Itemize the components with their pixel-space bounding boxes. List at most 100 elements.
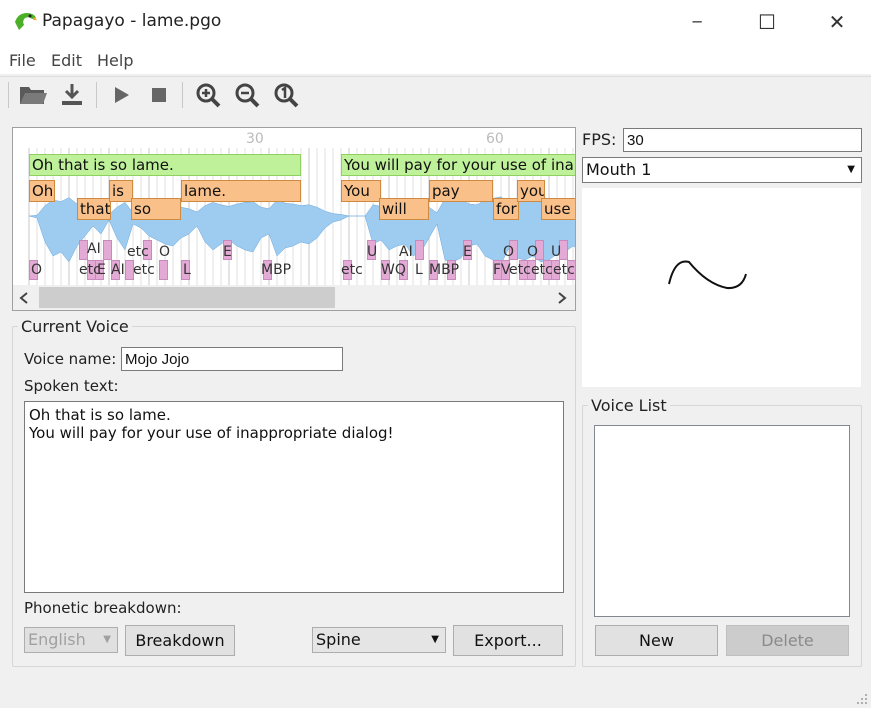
phrase-bar[interactable]: Oh that is so lame. xyxy=(29,154,301,176)
phoneme-box[interactable] xyxy=(159,260,168,280)
timeline-scrollbar[interactable] xyxy=(13,285,575,310)
word-bar[interactable]: You xyxy=(341,180,381,202)
delete-voice-button: Delete xyxy=(726,625,849,656)
word-bar[interactable]: Oh xyxy=(29,180,55,202)
phoneme-label: etc xyxy=(341,262,363,278)
zoom-out-button[interactable] xyxy=(232,80,262,110)
time-tick: 60 xyxy=(486,131,504,147)
phoneme-label: O xyxy=(31,262,43,278)
breakdown-button[interactable]: Breakdown xyxy=(125,625,235,656)
toolbar-separator xyxy=(182,82,183,108)
word-bar[interactable]: so xyxy=(131,198,181,220)
mouth-select[interactable]: Mouth 1 ▼ xyxy=(582,157,862,183)
voice-list-legend: Voice List xyxy=(591,396,667,415)
mouth-select-value: Mouth 1 xyxy=(586,160,652,179)
phoneme-label: O xyxy=(159,244,171,260)
phoneme-label: AI xyxy=(399,244,413,260)
phoneme-box[interactable] xyxy=(103,240,112,260)
mouth-preview xyxy=(582,188,861,387)
close-button[interactable]: ✕ xyxy=(808,0,866,44)
toolbar-separator xyxy=(96,82,97,108)
phoneme-label: L xyxy=(183,262,191,278)
scroll-right-icon[interactable] xyxy=(557,292,567,304)
stop-button[interactable] xyxy=(144,80,174,110)
play-button[interactable] xyxy=(106,80,136,110)
play-icon xyxy=(115,87,129,103)
phrase-bar[interactable]: You will pay for your use of inappropria… xyxy=(341,154,575,176)
word-bar[interactable]: use xyxy=(541,198,575,220)
voice-name-label: Voice name: xyxy=(24,350,117,368)
phoneme-label: etc xyxy=(531,262,553,278)
scroll-left-icon[interactable] xyxy=(19,292,29,304)
save-icon xyxy=(62,84,82,105)
maximize-button[interactable]: ☐ xyxy=(738,0,796,44)
phoneme-label: etc xyxy=(133,262,155,278)
spoken-text-line: Oh that is so lame. xyxy=(29,406,171,424)
zoom-out-icon xyxy=(235,83,260,108)
chevron-down-icon: ▼ xyxy=(431,634,439,645)
open-icon xyxy=(20,87,47,104)
phoneme-label: WQ xyxy=(381,262,406,278)
current-voice-legend: Current Voice xyxy=(21,317,129,336)
menu-help[interactable]: Help xyxy=(97,51,133,70)
spoken-text-line: You will pay for your use of inappropria… xyxy=(29,424,394,442)
zoom-reset-icon xyxy=(274,83,299,108)
fps-label: FPS: xyxy=(582,130,617,149)
chevron-down-icon: ▼ xyxy=(103,634,111,645)
phoneme-label: E xyxy=(223,244,232,260)
zoom-in-icon xyxy=(196,83,221,108)
window-title: Papagayo - lame.pgo xyxy=(42,11,222,31)
spoken-text-area[interactable]: Oh that is so lame. You will pay for you… xyxy=(24,401,564,593)
stop-icon xyxy=(152,88,166,102)
word-bar[interactable]: is xyxy=(109,180,133,202)
maximize-icon: ☐ xyxy=(758,10,776,34)
phoneme-label: O xyxy=(503,244,515,260)
phoneme-label: E xyxy=(463,244,472,260)
language-select: English ▼ xyxy=(24,627,118,653)
minimize-icon: ─ xyxy=(692,13,702,31)
word-bar[interactable]: that xyxy=(77,198,111,220)
open-button[interactable] xyxy=(18,80,48,110)
new-voice-button[interactable]: New xyxy=(595,625,718,656)
mouth-shape-icon xyxy=(668,260,747,290)
phoneme-label: MBP xyxy=(261,262,292,278)
spoken-text-label: Spoken text: xyxy=(24,377,119,395)
word-bar[interactable]: lame. xyxy=(181,180,301,202)
export-button[interactable]: Export... xyxy=(453,625,563,656)
phoneme-label: etc xyxy=(509,262,531,278)
word-bar[interactable]: pay xyxy=(429,180,493,202)
export-format-select[interactable]: Spine ▼ xyxy=(312,627,446,653)
zoom-reset-button[interactable] xyxy=(271,80,301,110)
fps-input[interactable] xyxy=(623,128,862,152)
voice-list-box[interactable] xyxy=(594,425,850,617)
zoom-in-button[interactable] xyxy=(193,80,223,110)
scroll-thumb[interactable] xyxy=(39,287,335,308)
word-bar[interactable]: will xyxy=(379,198,429,220)
language-select-value: English xyxy=(28,630,86,649)
phoneme-label: E xyxy=(97,262,106,278)
toolbar-grip xyxy=(8,82,9,108)
chevron-down-icon: ▼ xyxy=(847,164,855,175)
close-icon: ✕ xyxy=(828,10,846,34)
time-tick: 30 xyxy=(246,131,264,147)
save-button[interactable] xyxy=(57,80,87,110)
phoneme-label: L xyxy=(415,262,423,278)
parrot-icon xyxy=(15,13,37,30)
phoneme-box[interactable] xyxy=(415,240,424,260)
menu-edit[interactable]: Edit xyxy=(51,51,82,70)
phoneme-label: etc xyxy=(127,244,149,260)
menu-file[interactable]: File xyxy=(9,51,36,70)
phoneme-label: AI xyxy=(87,241,101,257)
phoneme-label: etc xyxy=(553,262,575,278)
resize-grip-icon[interactable] xyxy=(856,693,868,705)
phoneme-label: O xyxy=(527,244,539,260)
waveform-timeline[interactable]: 30 60 Oh that is so lame. You will pay f… xyxy=(12,127,576,311)
export-format-value: Spine xyxy=(316,630,361,649)
minimize-button[interactable]: ─ xyxy=(668,0,726,44)
voice-name-input[interactable] xyxy=(121,347,343,371)
phoneme-label: U xyxy=(367,244,378,260)
phoneme-label: AI xyxy=(111,262,125,278)
word-bar[interactable]: for xyxy=(493,198,519,220)
phoneme-label: MBP xyxy=(429,262,460,278)
phoneme-label: FV xyxy=(493,262,511,278)
